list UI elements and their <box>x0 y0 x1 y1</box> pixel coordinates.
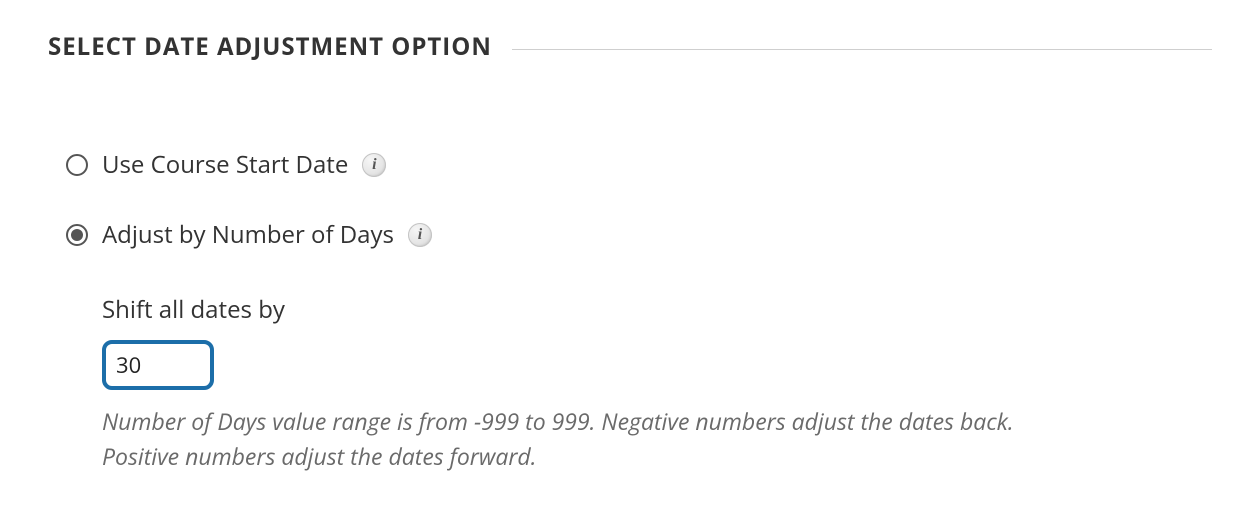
date-adjustment-panel: SELECT DATE ADJUSTMENT OPTION Use Course… <box>0 0 1260 473</box>
option-use-course-start-date[interactable]: Use Course Start Date i <box>66 153 1212 177</box>
section-header: SELECT DATE ADJUSTMENT OPTION <box>48 30 1212 63</box>
option-adjust-by-days[interactable]: Adjust by Number of Days i <box>66 223 1212 247</box>
options-group: Use Course Start Date i Adjust by Number… <box>48 153 1212 473</box>
radio-use-course-start-date[interactable] <box>66 154 88 176</box>
option-label-adjust-by-days: Adjust by Number of Days <box>102 223 394 247</box>
option-label-use-course-start-date: Use Course Start Date <box>102 153 348 177</box>
section-title: SELECT DATE ADJUSTMENT OPTION <box>48 30 492 63</box>
info-icon[interactable]: i <box>362 153 386 177</box>
info-icon[interactable]: i <box>408 223 432 247</box>
section-divider <box>512 49 1212 50</box>
shift-days-hint: Number of Days value range is from -999 … <box>102 404 1062 473</box>
radio-adjust-by-days[interactable] <box>66 224 88 246</box>
shift-days-label: Shift all dates by <box>102 293 1122 326</box>
shift-days-input[interactable] <box>102 340 214 390</box>
shift-days-block: Shift all dates by Number of Days value … <box>66 293 1122 473</box>
